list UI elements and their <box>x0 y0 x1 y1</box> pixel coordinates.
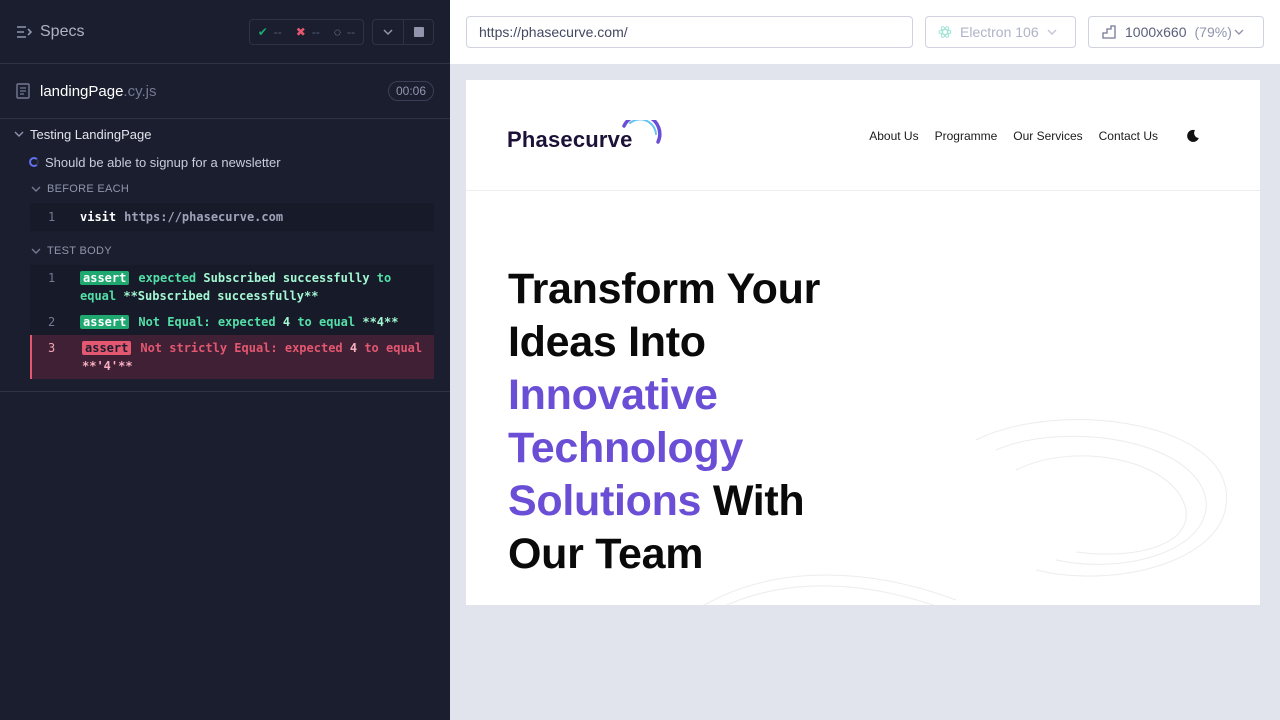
collapse-button[interactable] <box>373 20 403 44</box>
hero-accent-line: Innovative <box>508 371 718 419</box>
chevron-down-icon <box>383 28 393 35</box>
document-icon <box>16 83 30 99</box>
assert-badge: assert <box>80 315 130 329</box>
viewport-scale: (79%) <box>1194 24 1232 40</box>
assert-badge: assert <box>80 271 130 285</box>
command-row[interactable]: 1 visit https://phasecurve.com <box>30 203 434 231</box>
specs-list-icon <box>17 25 32 38</box>
reporter-topbar: Specs ✔ -- ✖ -- ◌ -- <box>0 0 450 64</box>
command-number: 1 <box>48 271 56 285</box>
nav-about-us[interactable]: About Us <box>869 129 918 143</box>
stat-failed: ✖ -- <box>296 25 320 39</box>
logo-arc-icon <box>622 120 662 144</box>
spec-file-row[interactable]: landingPage .cy.js 00:06 <box>0 64 450 119</box>
before-each-hook[interactable]: BEFORE EACH <box>0 175 450 203</box>
site-nav-links: About Us Programme Our Services Contact … <box>869 129 1200 143</box>
spec-file-ext: .cy.js <box>123 82 157 100</box>
url-text: https://phasecurve.com/ <box>479 24 628 40</box>
assert-text: expected <box>138 271 204 285</box>
pending-icon: ◌ <box>333 24 341 39</box>
check-icon: ✔ <box>257 24 268 39</box>
run-controls <box>372 18 434 45</box>
viewport-size: 1000x660 <box>1125 24 1187 40</box>
hero-line-mixed: Solutions With <box>508 475 908 528</box>
command-number: 1 <box>48 210 56 224</box>
site-logo[interactable]: Phasecurve <box>507 127 633 153</box>
test-title: Should be able to signup for a newslette… <box>45 154 281 170</box>
command-message: https://phasecurve.com <box>124 210 284 224</box>
before-each-commands: 1 visit https://phasecurve.com <box>30 203 434 231</box>
test-body-commands: 1 assert expected Subscribed successfully… <box>30 265 434 379</box>
stat-passed: ✔ -- <box>258 25 282 39</box>
assert-expected: **'4'** <box>82 359 133 373</box>
electron-icon <box>938 26 952 38</box>
url-bar[interactable]: https://phasecurve.com/ <box>466 16 913 48</box>
nav-our-services[interactable]: Our Services <box>1013 129 1082 143</box>
test-body-hook[interactable]: TEST BODY <box>0 237 450 265</box>
hero-line: Transform Your <box>508 265 821 313</box>
stats-bar: ✔ -- ✖ -- ◌ -- <box>248 18 364 45</box>
duration-badge: 00:06 <box>387 81 434 101</box>
viewport-selector[interactable]: 1000x660 (79%) <box>1088 16 1264 48</box>
divider <box>0 391 450 392</box>
hero-word: With <box>701 477 805 525</box>
assert-text: Not Equal: expected <box>138 315 283 329</box>
chevron-down-icon <box>1234 29 1244 35</box>
spec-file-name: landingPage <box>40 82 124 100</box>
nav-programme[interactable]: Programme <box>935 129 998 143</box>
command-name: visit <box>80 210 117 224</box>
assert-value: 4 <box>282 315 291 329</box>
assert-badge: assert <box>82 341 132 355</box>
failed-count: -- <box>311 24 320 39</box>
assert-text: to equal <box>357 341 423 355</box>
suite-row[interactable]: Testing LandingPage <box>0 119 450 149</box>
chevron-down-icon <box>14 131 24 137</box>
suite-title: Testing LandingPage <box>30 126 152 142</box>
hero-line: Ideas Into <box>508 318 706 366</box>
hook-label: BEFORE EACH <box>47 183 130 195</box>
specs-button[interactable]: Specs <box>16 23 84 41</box>
command-row-failed[interactable]: 3 assert Not strictly Equal: expected 4 t… <box>30 335 434 379</box>
test-row[interactable]: Should be able to signup for a newslette… <box>0 149 450 175</box>
nav-contact-us[interactable]: Contact Us <box>1099 129 1158 143</box>
specs-label: Specs <box>40 22 85 40</box>
assert-text: to equal <box>290 315 363 329</box>
chevron-down-icon <box>31 248 41 254</box>
cross-icon: ✖ <box>295 24 306 39</box>
browser-name: Electron 106 <box>960 24 1039 40</box>
aut-header: https://phasecurve.com/ Electron 106 100… <box>450 0 1280 64</box>
chevron-down-icon <box>31 186 41 192</box>
moon-icon[interactable] <box>1186 129 1200 143</box>
app-under-test-frame: Phasecurve About Us Programme Our Servic… <box>466 80 1260 605</box>
site-navbar: Phasecurve About Us Programme Our Servic… <box>466 80 1260 191</box>
reporter-panel: Specs ✔ -- ✖ -- ◌ -- landingPage .cy.js … <box>0 0 450 720</box>
assert-text: Not strictly Equal: expected <box>140 341 350 355</box>
assert-value: Subscribed successfully <box>203 271 370 285</box>
command-number: 3 <box>48 341 56 355</box>
command-row[interactable]: 1 assert expected Subscribed successfully… <box>30 265 434 309</box>
hero-accent-word: Solutions <box>508 477 702 525</box>
assert-expected: **4** <box>362 315 399 329</box>
command-number: 2 <box>48 315 56 329</box>
stat-pending: ◌ -- <box>334 25 355 39</box>
command-row[interactable]: 2 assert Not Equal: expected 4 to equal *… <box>30 309 434 335</box>
running-spinner-icon <box>29 157 39 167</box>
hero-heading: Transform Your Ideas Into Innovative Tec… <box>508 263 908 581</box>
browser-selector[interactable]: Electron 106 <box>925 16 1076 48</box>
ruler-icon <box>1102 25 1116 39</box>
pending-count: -- <box>347 24 355 39</box>
chevron-down-icon <box>1047 29 1057 35</box>
stop-icon <box>413 26 424 37</box>
passed-count: -- <box>273 24 282 39</box>
hero-accent-line: Technology <box>508 424 744 472</box>
hero-line: Our Team <box>508 530 704 578</box>
hook-label: TEST BODY <box>47 245 112 257</box>
stop-button[interactable] <box>403 19 433 44</box>
assert-expected: **Subscribed successfully** <box>123 289 319 303</box>
